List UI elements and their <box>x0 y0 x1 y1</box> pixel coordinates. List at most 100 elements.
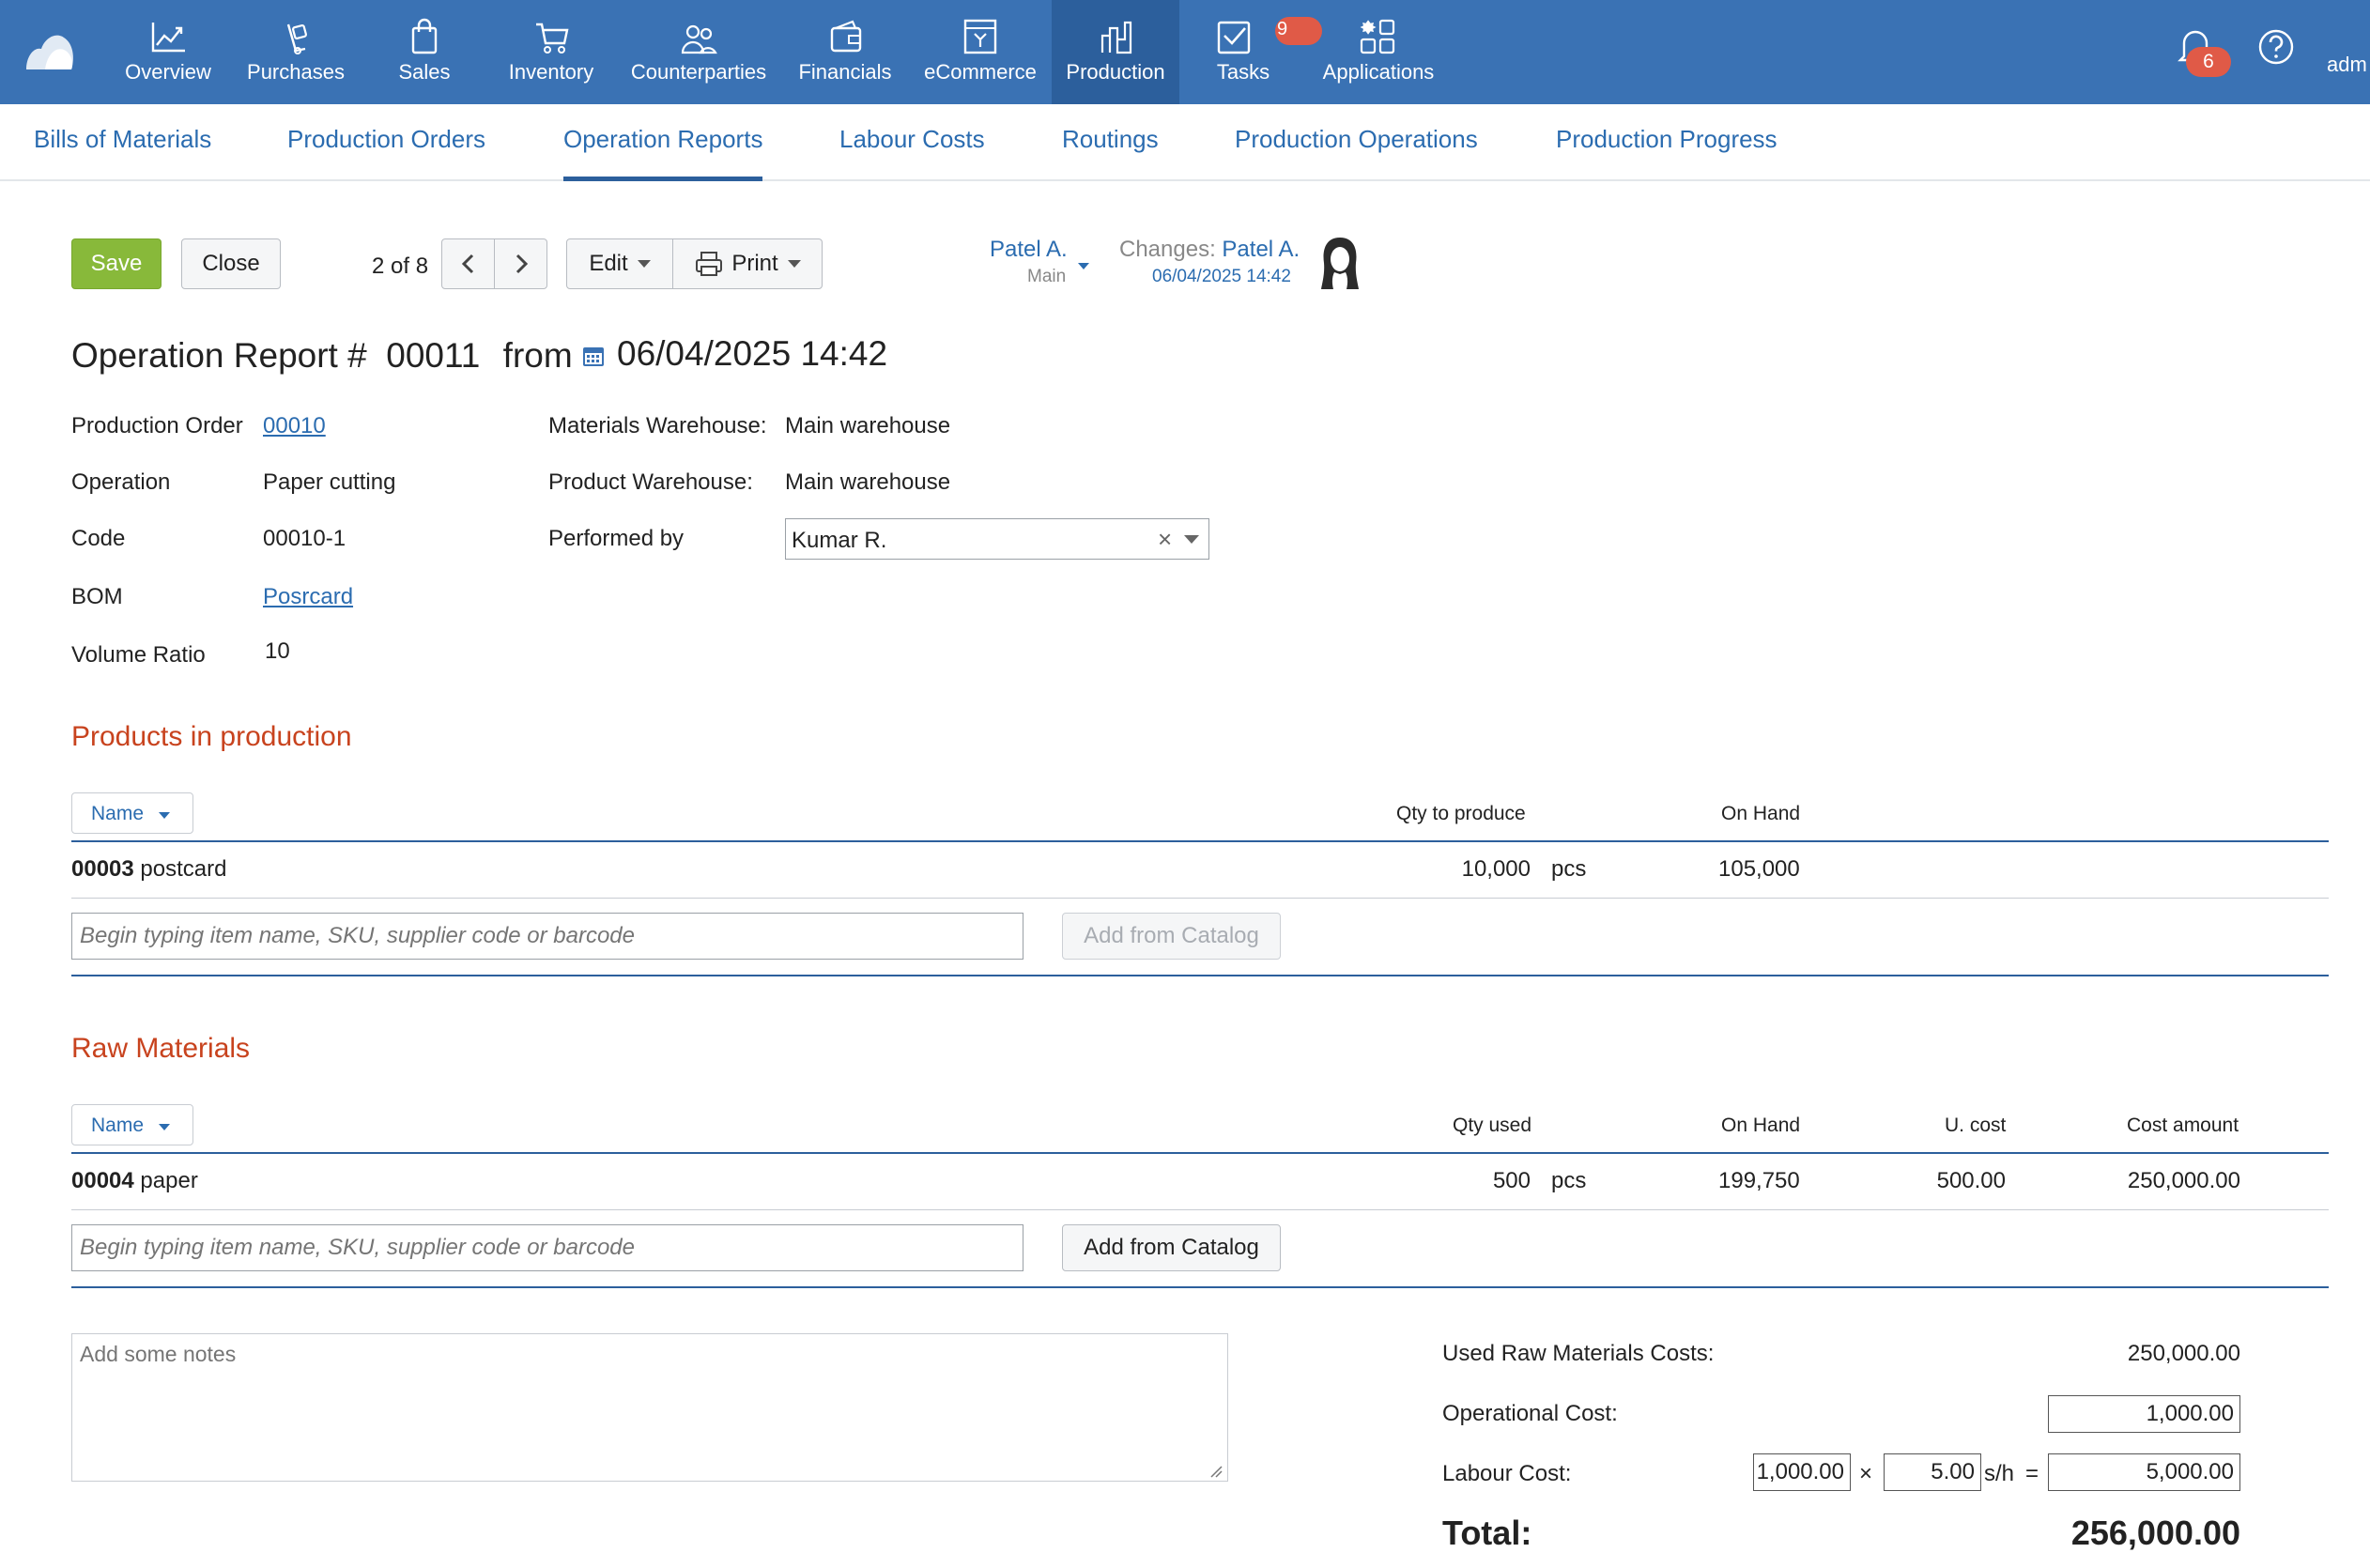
operational-cost-input[interactable]: 1,000.00 <box>2048 1395 2240 1433</box>
table-row[interactable]: 00003 postcard <box>71 856 226 883</box>
labour-hours-input[interactable]: 5.00 <box>1884 1453 1981 1491</box>
col-on-hand: On Hand <box>1721 803 1801 824</box>
performed-by-select[interactable]: Kumar R. × <box>785 518 1209 560</box>
col-unit-cost: U. cost <box>1945 1115 2007 1136</box>
nav-label: Inventory <box>508 60 594 84</box>
nav-applications[interactable]: Applications <box>1313 0 1444 104</box>
products-add-from-catalog-button[interactable]: Add from Catalog <box>1062 913 1281 960</box>
chevron-down-icon[interactable] <box>1078 263 1089 269</box>
storefront-icon <box>963 19 997 54</box>
nav-label: Tasks <box>1216 60 1270 84</box>
nav-label: Financials <box>798 60 892 84</box>
tab-production-operations[interactable]: Production Operations <box>1235 125 1478 154</box>
changes-date: 06/04/2025 14:42 <box>1152 267 1291 286</box>
table-header-divider <box>71 1152 2329 1154</box>
tab-operation-reports[interactable]: Operation Reports <box>563 125 763 181</box>
resize-grip-icon[interactable] <box>1209 1465 1223 1478</box>
nav-financials[interactable]: Financials <box>793 0 898 104</box>
print-dropdown-button[interactable]: Print <box>672 238 823 289</box>
edit-dropdown-button[interactable]: Edit <box>566 238 673 289</box>
apps-grid-icon <box>1360 19 1395 54</box>
total-value: 256,000.00 <box>2070 1514 2240 1552</box>
materials-warehouse-label: Materials Warehouse: <box>548 413 767 438</box>
nav-label: Counterparties <box>630 60 767 84</box>
calendar-icon[interactable] <box>581 344 606 368</box>
name-button-label: Name <box>91 803 145 824</box>
hours-unit: s/h <box>1984 1461 2015 1486</box>
nav-label: Applications <box>1322 60 1435 84</box>
tab-routings[interactable]: Routings <box>1062 125 1159 154</box>
prev-record-button[interactable] <box>441 238 495 289</box>
nav-label: eCommerce <box>924 60 1037 84</box>
volume-ratio-value: 10 <box>265 638 290 664</box>
qty-value[interactable]: 500 <box>1493 1168 1531 1194</box>
next-record-button[interactable] <box>494 238 547 289</box>
app-logo-icon[interactable] <box>23 28 77 73</box>
materials-warehouse-value: Main warehouse <box>785 413 951 438</box>
materials-item-search-input[interactable] <box>71 1224 1023 1271</box>
materials-name-sort-button[interactable]: Name <box>71 1104 193 1145</box>
tab-production-progress[interactable]: Production Progress <box>1556 125 1778 154</box>
changes-user-link[interactable]: Patel A. <box>1222 237 1300 262</box>
chevron-down-icon <box>787 260 801 268</box>
document-date[interactable]: 06/04/2025 14:42 <box>617 334 887 374</box>
clear-icon[interactable]: × <box>1158 525 1172 554</box>
save-button[interactable]: Save <box>71 238 162 289</box>
tab-production-orders[interactable]: Production Orders <box>287 125 485 154</box>
raw-materials-costs-value: 250,000.00 <box>2127 1341 2240 1366</box>
owner-link[interactable]: Patel A. <box>990 237 1068 263</box>
section-tabs: Bills of Materials Production Orders Ope… <box>0 104 2370 181</box>
nav-overview[interactable]: Overview <box>118 0 218 104</box>
section-divider <box>71 975 2329 976</box>
code-label: Code <box>71 526 126 551</box>
help-icon[interactable] <box>2257 28 2295 66</box>
performed-by-value: Kumar R. <box>792 528 887 553</box>
nav-counterparties[interactable]: Counterparties <box>623 0 774 104</box>
chart-line-icon <box>151 23 185 53</box>
changes-info: Changes: Patel A. <box>1119 237 1300 263</box>
production-order-label: Production Order <box>71 413 243 438</box>
labour-cost-input[interactable]: 5,000.00 <box>2048 1453 2240 1491</box>
bom-link[interactable]: Posrcard <box>263 584 353 610</box>
qty-value[interactable]: 10,000 <box>1462 856 1531 883</box>
nav-purchases[interactable]: Purchases <box>240 0 351 104</box>
raw-materials-costs-label: Used Raw Materials Costs: <box>1442 1341 1715 1366</box>
operational-cost-label: Operational Cost: <box>1442 1401 1618 1426</box>
item-code: 00003 <box>71 856 134 882</box>
operation-label: Operation <box>71 469 171 495</box>
products-item-search-input[interactable] <box>71 913 1023 960</box>
shopping-bag-icon <box>411 18 438 54</box>
products-name-sort-button[interactable]: Name <box>71 792 193 834</box>
nav-inventory[interactable]: Inventory <box>498 0 605 104</box>
on-hand-value: 105,000 <box>1718 856 1800 882</box>
labour-rate-input[interactable]: 1,000.00 <box>1753 1453 1851 1491</box>
bom-label: BOM <box>71 584 123 609</box>
nav-ecommerce[interactable]: eCommerce <box>916 0 1044 104</box>
chevron-down-icon <box>637 260 651 268</box>
chevron-down-icon[interactable] <box>1184 535 1199 544</box>
tab-bills-of-materials[interactable]: Bills of Materials <box>34 125 211 154</box>
table-row[interactable]: 00004 paper <box>71 1168 198 1194</box>
user-menu[interactable]: adm <box>2327 53 2367 77</box>
close-button[interactable]: Close <box>181 238 281 289</box>
tab-labour-costs[interactable]: Labour Costs <box>839 125 985 154</box>
nav-tasks[interactable]: 9 Tasks <box>1198 0 1322 104</box>
nav-production[interactable]: Production <box>1052 0 1179 104</box>
chevron-down-icon <box>159 1124 170 1130</box>
chevron-right-icon <box>516 254 528 274</box>
print-label: Print <box>731 251 778 276</box>
col-cost-amount: Cost amount <box>2127 1115 2239 1136</box>
page-title: Operation Report # 00011 from <box>71 336 573 376</box>
on-hand-value: 199,750 <box>1718 1168 1800 1193</box>
production-order-link[interactable]: 00010 <box>263 413 326 439</box>
materials-add-from-catalog-button[interactable]: Add from Catalog <box>1062 1224 1281 1271</box>
nav-sales[interactable]: Sales <box>379 0 469 104</box>
notes-textarea[interactable] <box>71 1333 1228 1482</box>
performed-by-label: Performed by <box>548 526 685 551</box>
section-divider <box>71 1286 2329 1288</box>
notifications-badge[interactable]: 6 <box>2186 47 2231 77</box>
row-divider <box>71 898 2329 899</box>
cost-amount-value: 250,000.00 <box>2127 1168 2240 1193</box>
cart-icon <box>536 23 569 54</box>
chevron-left-icon <box>461 254 473 274</box>
